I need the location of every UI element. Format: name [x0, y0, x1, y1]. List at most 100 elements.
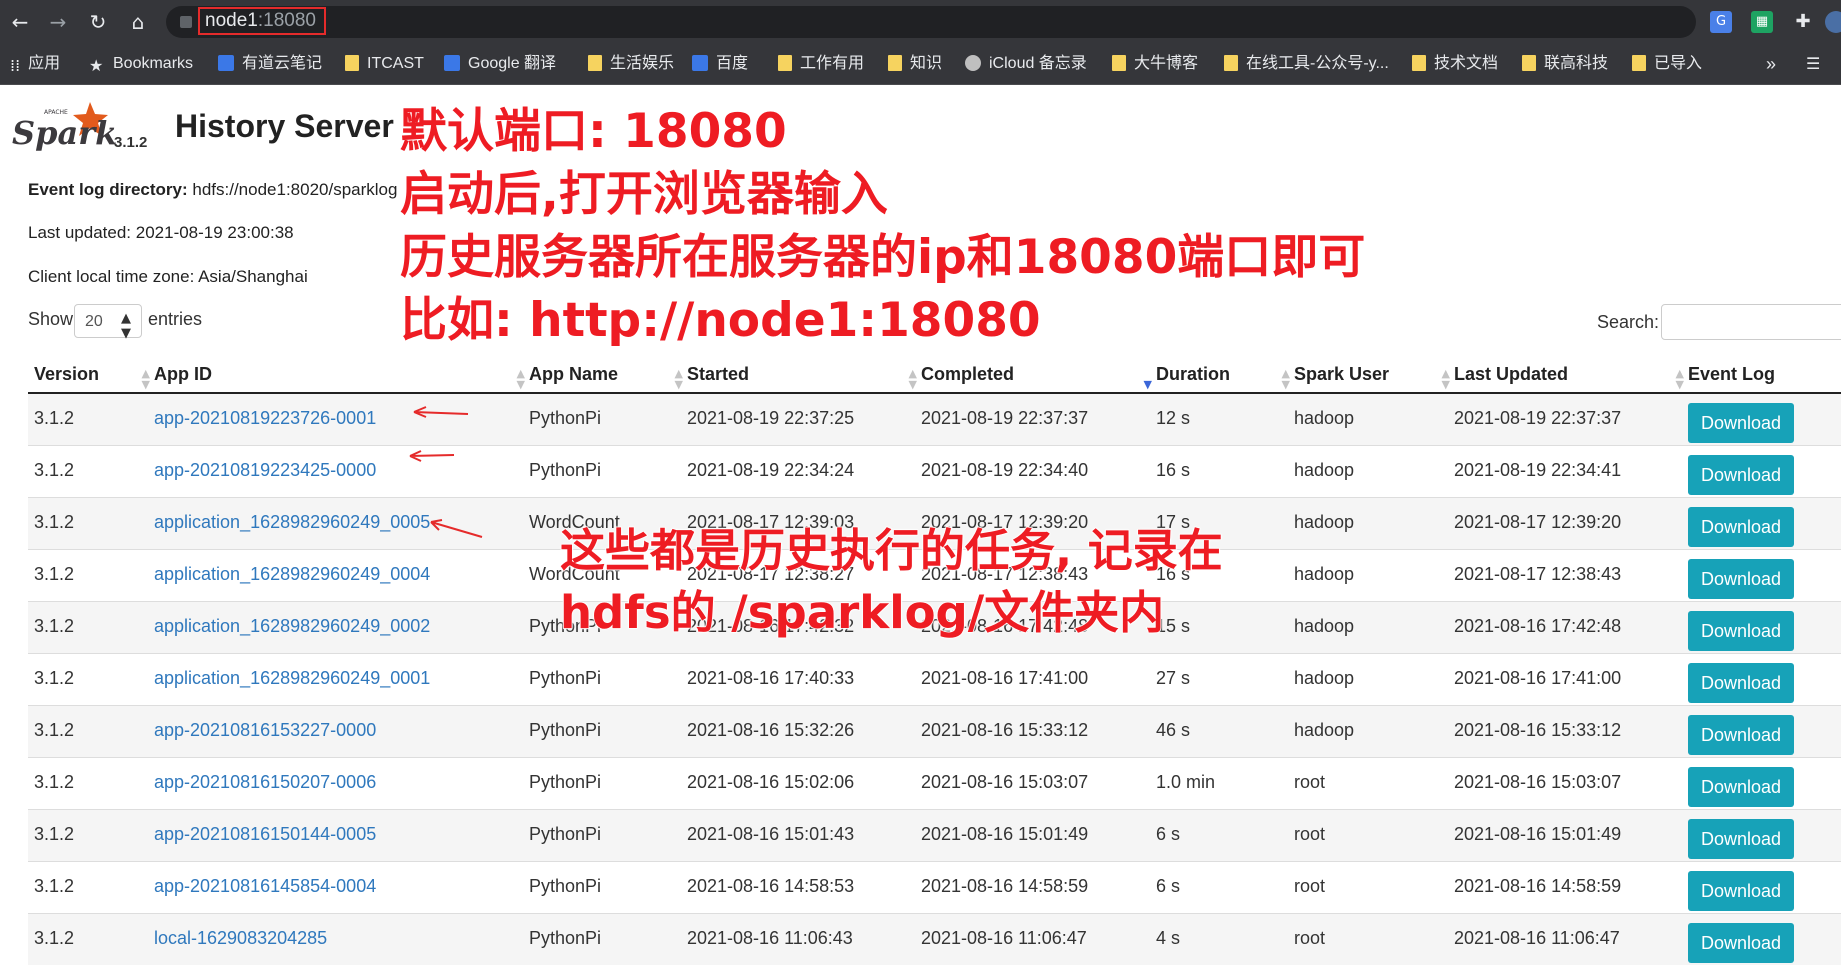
- table-row: 3.1.2 application_1628982960249_0001 Pytho…: [28, 652, 1841, 705]
- spreadsheet-extension-icon[interactable]: ▦: [1751, 11, 1773, 33]
- extensions-puzzle-icon[interactable]: ✚: [1792, 11, 1814, 33]
- col-header-spark-user[interactable]: Spark User ▲ ▼: [1288, 356, 1450, 394]
- app-id-link[interactable]: local-1629083204285: [154, 928, 327, 948]
- app-id-link[interactable]: application_1628982960249_0005: [154, 512, 430, 532]
- app-id-link[interactable]: app-20210816153227-0000: [154, 720, 376, 740]
- insecure-site-icon[interactable]: [180, 16, 192, 28]
- cell-spark-user: hadoop: [1288, 652, 1448, 705]
- spark-user-value: root: [1294, 875, 1326, 896]
- cell-version: 3.1.2: [28, 808, 148, 861]
- cell-started: 2021-08-19 22:34:24: [681, 444, 915, 497]
- forward-arrow-icon[interactable]: →: [46, 10, 70, 34]
- col-header-completed[interactable]: Completed▲▼: [915, 356, 1152, 394]
- profile-avatar-icon[interactable]: [1825, 11, 1841, 33]
- bookmarks-overflow-button[interactable]: »: [1766, 53, 1776, 75]
- home-icon[interactable]: ⌂: [126, 10, 150, 34]
- event-log-directory: Event log directory: hdfs://node1:8020/s…: [28, 180, 397, 200]
- download-button[interactable]: Download: [1688, 662, 1794, 703]
- annotation-default-port: 默认端口: 18080: [399, 103, 787, 160]
- download-button[interactable]: Download: [1688, 558, 1794, 599]
- app-id-link[interactable]: app-20210819223425-0000: [154, 460, 376, 480]
- header-label: Completed: [921, 363, 1015, 384]
- annotation-open-browser: 启动后,打开浏览器输入: [399, 166, 888, 223]
- app-id-link[interactable]: app-20210816145854-0004: [154, 876, 376, 896]
- app-id-link[interactable]: app-20210816150207-0006: [154, 772, 376, 792]
- col-header-app-name[interactable]: App Name ▲ ▼: [523, 356, 683, 394]
- back-arrow-icon[interactable]: ←: [8, 10, 32, 34]
- translate-extension-icon[interactable]: G: [1710, 11, 1732, 33]
- download-button[interactable]: Download: [1688, 454, 1794, 495]
- col-header-version[interactable]: Version ▲ ▼: [28, 356, 150, 394]
- app-id-link[interactable]: app-20210816150144-0005: [154, 824, 376, 844]
- entries-per-page-select[interactable]: 20 ▲ ▼: [74, 304, 142, 341]
- bookmark-label: 联高科技: [1544, 55, 1609, 72]
- bookmark-icloud[interactable]: iCloud 备忘录: [965, 53, 1087, 75]
- spark-logo[interactable]: Spark APACHE: [10, 98, 120, 154]
- bookmark-online-tools[interactable]: 在线工具-公众号-y...: [1224, 53, 1389, 75]
- bookmark-google-translate[interactable]: Google 翻译: [444, 53, 556, 75]
- cell-event-log: Download: [1682, 444, 1841, 497]
- col-header-event-log[interactable]: Event Log▲▼: [1682, 356, 1841, 394]
- download-button[interactable]: Download: [1688, 610, 1794, 651]
- duration-value: 6 s: [1156, 823, 1181, 844]
- cell-app-name: PythonPi: [523, 444, 681, 497]
- bookmark-bookmarks[interactable]: ★ Bookmarks: [89, 53, 193, 75]
- bookmark-liangao[interactable]: 联高科技: [1522, 53, 1608, 75]
- download-button[interactable]: Download: [1688, 922, 1794, 963]
- reload-icon[interactable]: ↻: [86, 10, 110, 34]
- col-header-duration[interactable]: Duration ▲ ▼: [1150, 356, 1290, 394]
- col-header-started[interactable]: Started ▲ ▼: [681, 356, 917, 394]
- bookmark-tech-docs[interactable]: 技术文档: [1412, 53, 1498, 75]
- cell-spark-user: hadoop: [1288, 600, 1448, 653]
- apple-icon: [965, 55, 981, 71]
- bookmark-knowledge[interactable]: 知识: [888, 53, 942, 75]
- cell-spark-user: hadoop: [1288, 704, 1448, 757]
- search-label: Search:: [1597, 312, 1660, 332]
- bookmark-itcast[interactable]: ITCAST: [345, 53, 424, 75]
- cell-app-id: application_1628982960249_0005: [148, 496, 523, 549]
- address-bar[interactable]: node1:18080: [166, 6, 1696, 38]
- cell-duration: 6 s: [1150, 860, 1288, 913]
- app-id-link[interactable]: application_1628982960249_0001: [154, 668, 430, 688]
- bookmark-apps[interactable]: ⁞⁞ 应用: [10, 53, 60, 75]
- cell-version: 3.1.2: [28, 860, 148, 913]
- app-id-link[interactable]: application_1628982960249_0002: [154, 616, 430, 636]
- bookmarks-bar: ⁞⁞ 应用 ★ Bookmarks 有道云笔记 ITCAST Google 翻译 生…: [0, 44, 1841, 85]
- cell-duration: 27 s: [1150, 652, 1288, 705]
- bookmark-label: 在线工具-公众号-y...: [1246, 55, 1389, 72]
- bookmark-blogs[interactable]: 大牛博客: [1112, 53, 1198, 75]
- completed-value: 2021-08-19 22:34:40: [921, 459, 1089, 480]
- download-button[interactable]: Download: [1688, 818, 1794, 859]
- col-header-last-updated[interactable]: Last Updated ▲ ▼: [1448, 356, 1684, 394]
- url-highlight-box: node1:18080: [198, 7, 326, 35]
- duration-value: 6 s: [1156, 875, 1181, 896]
- bookmark-imported[interactable]: 已导入: [1632, 53, 1702, 75]
- col-header-app-id[interactable]: App ID ▲ ▼: [148, 356, 525, 394]
- spark-user-value: hadoop: [1294, 719, 1355, 740]
- cell-app-id: application_1628982960249_0001: [148, 652, 523, 705]
- search-input[interactable]: [1661, 304, 1841, 340]
- spark-user-value: root: [1294, 823, 1326, 844]
- completed-value: 2021-08-16 15:01:49: [921, 823, 1089, 844]
- bookmark-baidu[interactable]: 百度: [692, 53, 748, 75]
- cell-last-updated: 2021-08-19 22:34:41: [1448, 444, 1682, 497]
- download-button[interactable]: Download: [1688, 766, 1794, 807]
- download-button[interactable]: Download: [1688, 870, 1794, 911]
- app-id-link[interactable]: application_1628982960249_0004: [154, 564, 430, 584]
- bookmark-work[interactable]: 工作有用: [778, 53, 864, 75]
- cell-completed: 2021-08-16 14:58:59: [915, 860, 1150, 913]
- bookmark-life[interactable]: 生活娱乐: [588, 53, 674, 75]
- cell-app-id: app-20210819223425-0000: [148, 444, 523, 497]
- last-updated-value: 2021-08-16 15:01:49: [1454, 823, 1622, 844]
- cell-completed: 2021-08-16 11:06:47: [915, 912, 1150, 965]
- bookmark-youdao[interactable]: 有道云笔记: [218, 53, 322, 75]
- reading-list-icon[interactable]: ☰: [1806, 53, 1820, 75]
- cell-version: 3.1.2: [28, 756, 148, 809]
- download-button[interactable]: Download: [1688, 506, 1794, 547]
- svg-text:Spark: Spark: [12, 114, 117, 152]
- app-id-link[interactable]: app-20210819223726-0001: [154, 408, 376, 428]
- started-value: 2021-08-16 11:06:43: [687, 927, 853, 948]
- download-button[interactable]: Download: [1688, 403, 1794, 443]
- download-button[interactable]: Download: [1688, 714, 1794, 755]
- apps-grid-icon: ⁞⁞: [10, 56, 21, 75]
